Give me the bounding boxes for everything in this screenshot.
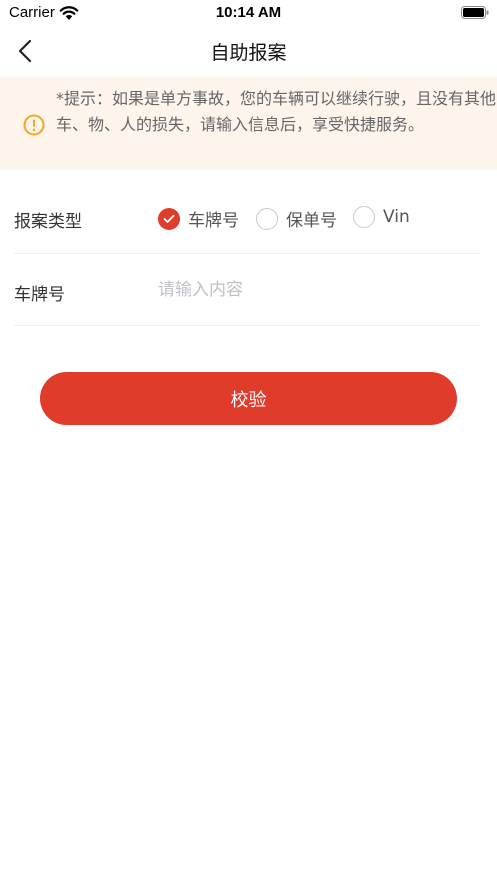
battery-icon xyxy=(461,6,489,19)
radio-vin-label: Vin xyxy=(383,207,410,227)
radio-checked-icon xyxy=(158,207,180,230)
nav-bar: 自助报案 xyxy=(0,26,497,76)
radio-unchecked-icon xyxy=(353,206,375,228)
plate-input[interactable] xyxy=(158,270,458,310)
report-type-row: 报案类型 车牌号 保单号 Vin xyxy=(14,182,481,254)
warning-circle-icon xyxy=(23,114,45,136)
status-bar: Carrier 10:14 AM xyxy=(0,0,497,26)
page-title: 自助报案 xyxy=(210,42,287,64)
notice-text: *提示：如果是单方事故，您的车辆可以继续行驶，且没有其他车、物、人的损失，请输入… xyxy=(56,89,497,134)
radio-vin[interactable]: Vin xyxy=(353,206,410,228)
radio-policy-label: 保单号 xyxy=(286,211,337,231)
plate-label: 车牌号 xyxy=(14,285,65,305)
report-type-label: 报案类型 xyxy=(14,212,82,232)
radio-policy[interactable]: 保单号 xyxy=(256,206,337,231)
verify-button-label: 校验 xyxy=(230,389,267,411)
clock: 10:14 AM xyxy=(215,4,282,21)
verify-button[interactable]: 校验 xyxy=(40,372,457,425)
plate-row: 车牌号 xyxy=(14,254,481,326)
radio-plate[interactable]: 车牌号 xyxy=(158,206,239,231)
radio-plate-label: 车牌号 xyxy=(188,211,239,231)
radio-unchecked-icon xyxy=(256,207,278,230)
